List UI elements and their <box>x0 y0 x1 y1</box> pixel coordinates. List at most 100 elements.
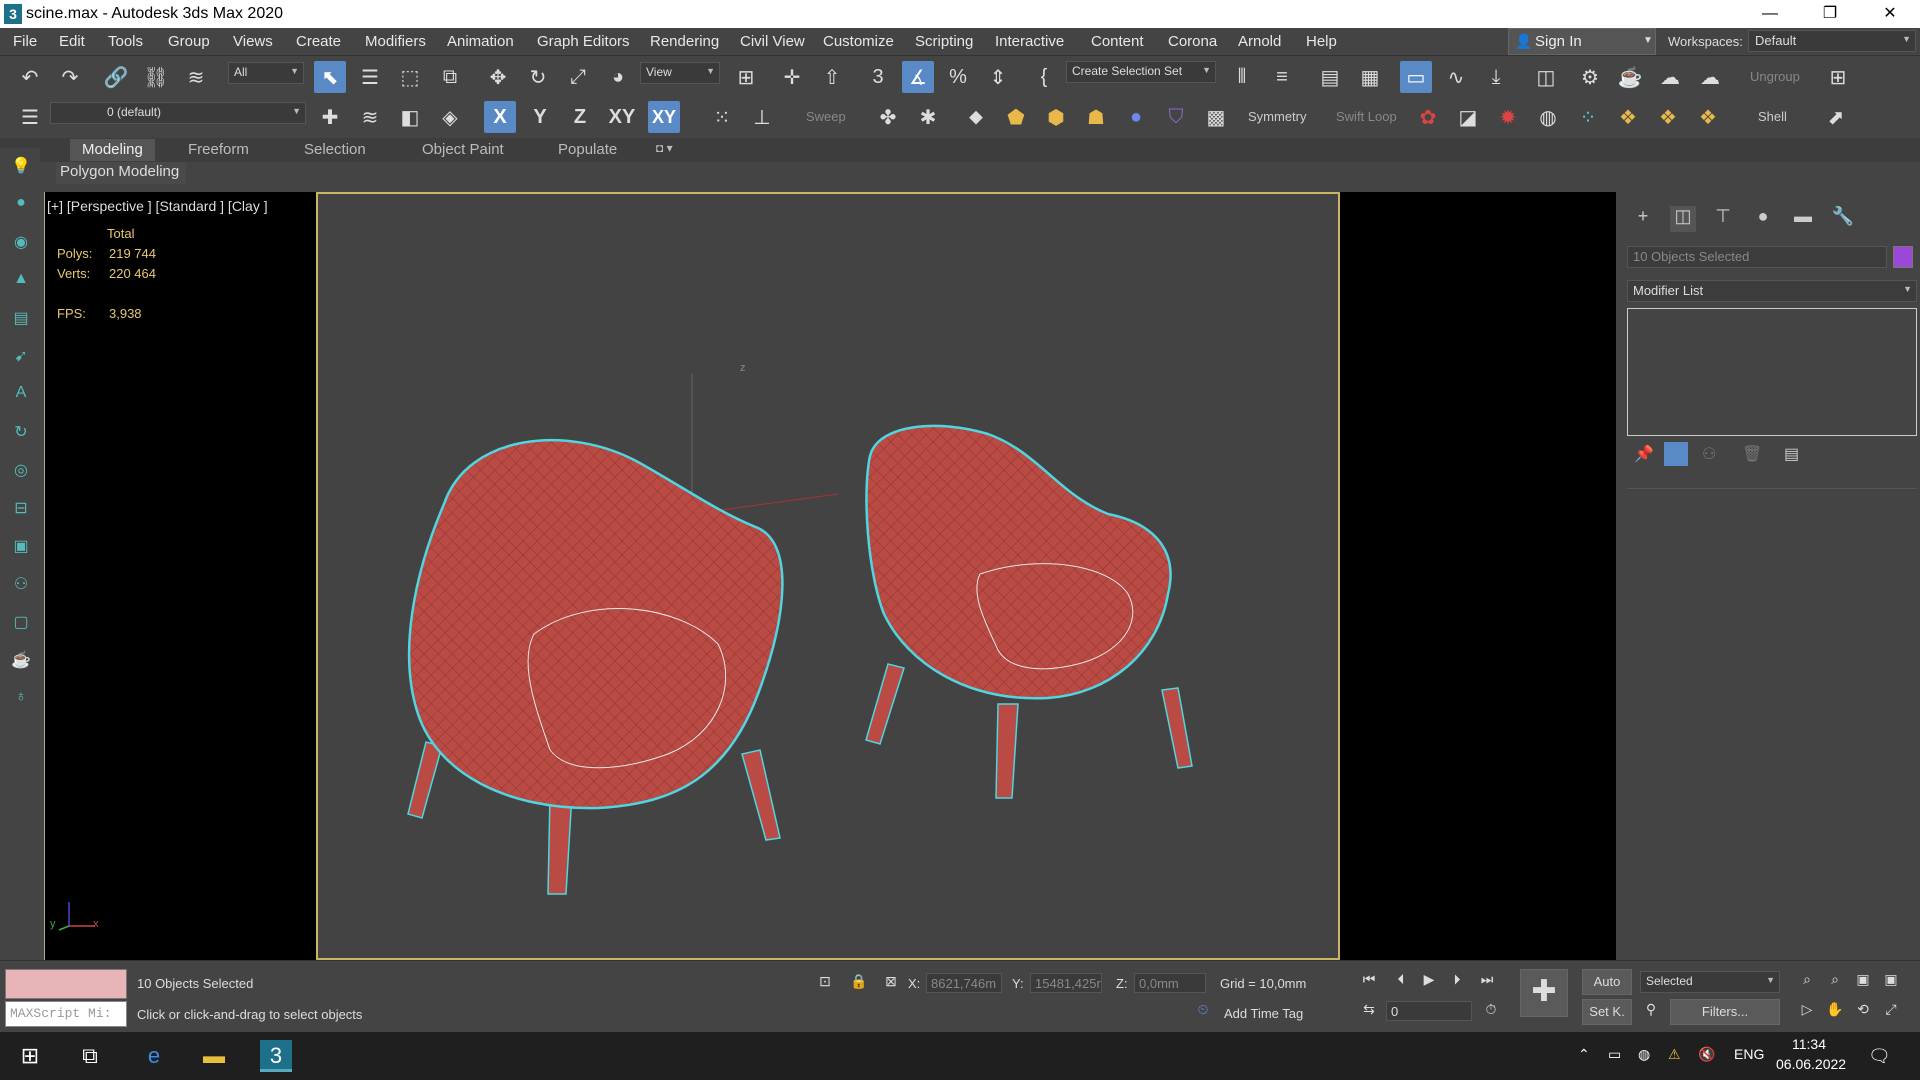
shield-icon[interactable]: ⛉ <box>1160 101 1192 133</box>
rotate-view-icon[interactable]: ↻ <box>10 422 32 444</box>
sign-in-button[interactable]: 👤 Sign In ▼ <box>1508 28 1656 55</box>
schematic-view-icon[interactable]: ⤓ <box>1480 61 1512 93</box>
tool-icon-14[interactable]: ❖ <box>1692 101 1724 133</box>
key-filter-dropdown[interactable]: Selected <box>1640 971 1780 993</box>
clock-time[interactable]: 11:34 <box>1792 1036 1826 1052</box>
unlink-icon[interactable]: ⛓ <box>140 61 172 93</box>
pivot-center-icon[interactable]: ⊞ <box>730 61 762 93</box>
move-icon[interactable]: ✥ <box>482 61 514 93</box>
pin-stack-icon[interactable]: 📌 <box>1634 444 1654 464</box>
menu-customize[interactable]: Customize <box>823 33 894 50</box>
menu-group[interactable]: Group <box>168 33 210 50</box>
coord-y-field[interactable]: 15481,425r <box>1030 973 1102 993</box>
configure-modifier-sets-icon[interactable]: ▤ <box>1784 444 1799 464</box>
selected-objects-field[interactable]: 10 Objects Selected <box>1627 246 1887 268</box>
modifier-stack[interactable] <box>1627 308 1917 436</box>
tool-icon-8[interactable]: ◪ <box>1452 101 1484 133</box>
workspace-select[interactable]: Default <box>1748 30 1916 52</box>
ribbon-options-icon[interactable]: ◘ ▾ <box>656 141 673 155</box>
tool-icon-5[interactable]: ⬢ <box>1040 101 1072 133</box>
cursor-icon[interactable]: ⬈ <box>1820 101 1852 133</box>
time-config-icon[interactable]: ⏱ <box>1480 1001 1502 1023</box>
tool-icon-7[interactable]: ✿ <box>1412 101 1444 133</box>
modify-tab-icon[interactable]: ◫ <box>1670 206 1696 232</box>
go-to-start-icon[interactable]: ⏮ <box>1358 971 1380 993</box>
modifier-list-dropdown[interactable]: Modifier List <box>1627 280 1917 302</box>
network-icon[interactable]: ◍ <box>1638 1046 1650 1063</box>
tool-icon-10[interactable]: ◍ <box>1532 101 1564 133</box>
scale-icon[interactable]: ⤢ <box>562 61 594 93</box>
3ds-max-taskbar-icon[interactable]: 3 <box>260 1040 292 1072</box>
pointer-icon[interactable]: ➹ <box>10 346 32 368</box>
coord-z-field[interactable]: 0,0mm <box>1134 973 1206 993</box>
zoom-all-icon[interactable]: ⌕ <box>1824 971 1846 993</box>
tab-object-paint[interactable]: Object Paint <box>422 141 504 158</box>
armchair-left[interactable] <box>407 438 784 895</box>
grid-layout-icon[interactable]: ⊞ <box>1822 61 1854 93</box>
mirror-icon[interactable]: ⫴ <box>1226 61 1258 93</box>
menu-interactive[interactable]: Interactive <box>995 33 1064 50</box>
filters-button[interactable]: Filters... <box>1670 999 1780 1025</box>
edit-named-selection-icon[interactable]: { <box>1028 61 1060 93</box>
set-key-icon[interactable]: ✚ <box>1520 969 1568 1017</box>
add-to-layer-icon[interactable]: ≋ <box>354 101 386 133</box>
set-key-button[interactable]: Set K. <box>1582 999 1632 1025</box>
menu-modifiers[interactable]: Modifiers <box>365 33 426 50</box>
letter-a-icon[interactable]: A <box>10 384 32 406</box>
selection-lock-icon[interactable]: 🔒 <box>848 973 870 995</box>
group-icon[interactable]: ⚇ <box>10 574 32 596</box>
select-in-layer-icon[interactable]: ◧ <box>394 101 426 133</box>
tool-icon-11[interactable]: ⁘ <box>1572 101 1604 133</box>
tool-icon-13[interactable]: ❖ <box>1652 101 1684 133</box>
zoom-icon[interactable]: ⌕ <box>1796 971 1818 993</box>
selection-filter-dropdown[interactable]: All <box>228 62 304 84</box>
volume-icon[interactable]: 🔇 <box>1698 1046 1715 1063</box>
list-icon[interactable]: ▤ <box>10 308 32 330</box>
link-icon[interactable]: 🔗 <box>100 61 132 93</box>
ungroup-label[interactable]: Ungroup <box>1750 69 1800 84</box>
viewport-label[interactable]: [+] [Perspective ] [Standard ] [Clay ] <box>47 198 268 214</box>
auto-key-button[interactable]: Auto <box>1582 969 1632 995</box>
menu-tools[interactable]: Tools <box>108 33 143 50</box>
axis-x-constraint[interactable]: X <box>484 101 516 133</box>
tab-freeform[interactable]: Freeform <box>188 141 249 158</box>
pan-icon[interactable]: ✋ <box>1824 1001 1846 1023</box>
key-filters-icon[interactable]: ⚲ <box>1640 1001 1662 1023</box>
edge-browser-icon[interactable]: e <box>138 1040 170 1072</box>
make-unique-icon[interactable]: ⚇ <box>1702 444 1716 464</box>
named-selection-set-dropdown[interactable]: Create Selection Set <box>1066 61 1216 83</box>
tool-icon-9[interactable]: ✹ <box>1492 101 1524 133</box>
tool-icon-4[interactable]: ⬟ <box>1000 101 1032 133</box>
mountain-icon[interactable]: ▲ <box>10 270 32 292</box>
curve-editor-icon[interactable]: ∿ <box>1440 61 1472 93</box>
menu-scripting[interactable]: Scripting <box>915 33 973 50</box>
key-mode-icon[interactable]: ⇆ <box>1358 1001 1380 1023</box>
menu-corona[interactable]: Corona <box>1168 33 1217 50</box>
menu-graph-editors[interactable]: Graph Editors <box>537 33 630 50</box>
bulb-outline-icon[interactable]: ♁ <box>10 688 32 710</box>
menu-civil-view[interactable]: Civil View <box>740 33 805 50</box>
absolute-mode-icon[interactable]: ⊠ <box>880 973 902 995</box>
axis-y-constraint[interactable]: Y <box>524 101 556 133</box>
maxscript-listener-swatch[interactable] <box>5 969 127 999</box>
layer-dropdown[interactable]: 0 (default) <box>50 102 306 124</box>
percent-snap-icon[interactable]: % <box>942 61 974 93</box>
adjust-icon[interactable]: ⊟ <box>10 498 32 520</box>
display-tab-icon[interactable]: ▬ <box>1790 206 1816 232</box>
show-hidden-icons-icon[interactable]: ⌃ <box>1578 1046 1590 1063</box>
camera-icon[interactable]: ◉ <box>10 232 32 254</box>
show-end-result-icon[interactable] <box>1664 442 1688 466</box>
language-indicator[interactable]: ENG <box>1734 1046 1764 1062</box>
next-frame-icon[interactable]: ⏵ <box>1446 971 1468 993</box>
perspective-viewport[interactable]: z <box>316 192 1340 960</box>
remove-modifier-icon[interactable]: 🗑 <box>1742 444 1762 464</box>
zoom-extents-icon[interactable]: ▣ <box>1852 971 1874 993</box>
axis-z-constraint[interactable]: Z <box>564 101 596 133</box>
align-icon[interactable]: ≡ <box>1266 61 1298 93</box>
battery-icon[interactable]: ▭ <box>1608 1046 1621 1063</box>
panel-icon[interactable]: ▣ <box>10 536 32 558</box>
add-time-tag[interactable]: Add Time Tag <box>1224 1006 1303 1021</box>
menu-file[interactable]: File <box>13 33 37 50</box>
orbit-icon[interactable]: ⟲ <box>1852 1001 1874 1023</box>
keyboard-shortcut-override-icon[interactable]: ⇧ <box>816 61 848 93</box>
